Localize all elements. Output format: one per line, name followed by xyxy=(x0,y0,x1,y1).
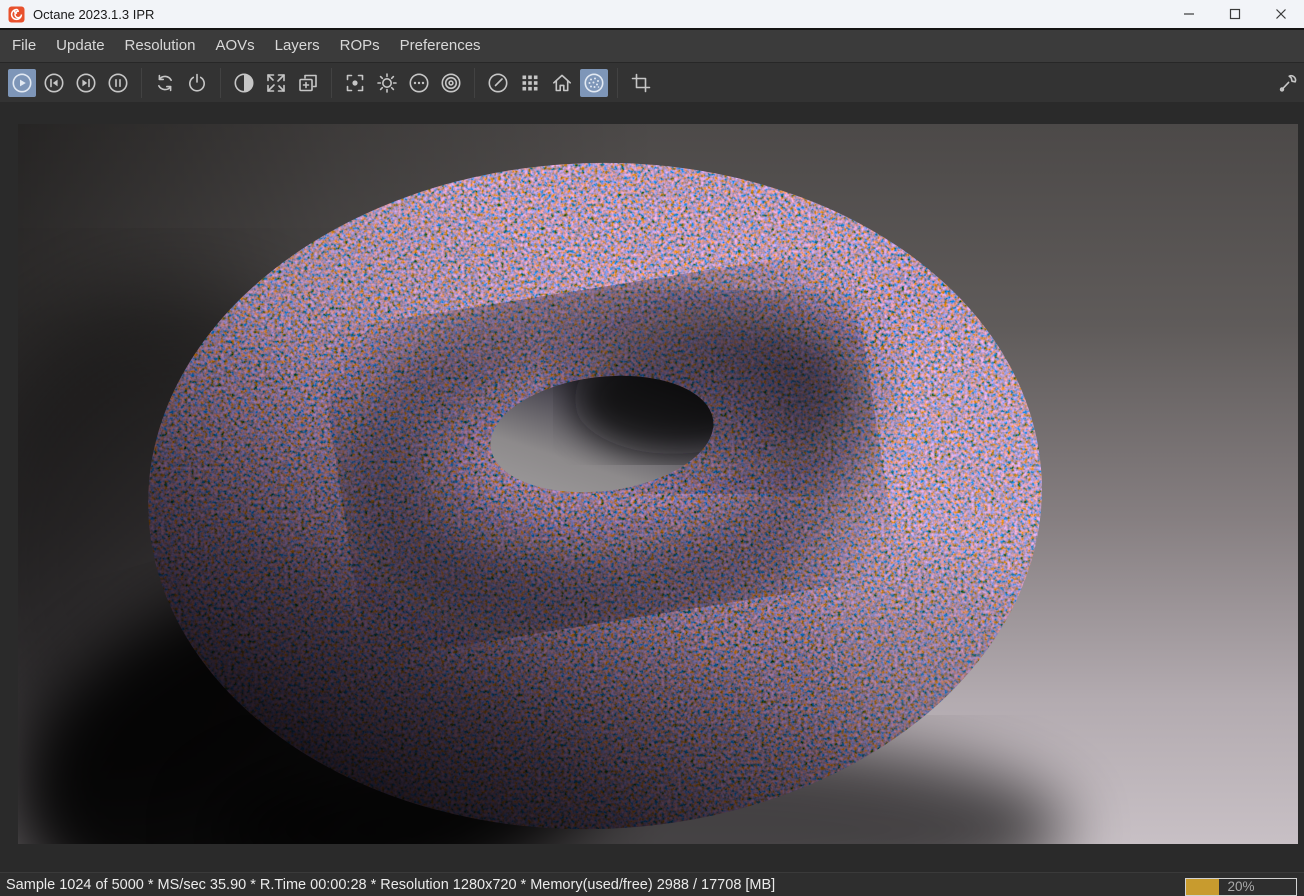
title-bar: Octane 2023.1.3 IPR xyxy=(0,0,1304,28)
octane-ipr-window: Octane 2023.1.3 IPR File Update Resoluti… xyxy=(0,0,1304,896)
close-icon xyxy=(1276,9,1286,19)
grid-button[interactable] xyxy=(516,69,544,97)
circle-skip-back-icon xyxy=(44,73,64,92)
progress-label: 20% xyxy=(1227,879,1255,894)
noise-sphere-icon xyxy=(584,73,604,92)
circle-pause-icon xyxy=(108,73,128,92)
toolbar-separator xyxy=(141,67,142,98)
target-icon xyxy=(441,73,461,92)
exposure-button[interactable] xyxy=(373,69,401,97)
contrast-button[interactable] xyxy=(230,69,258,97)
menu-rops[interactable]: ROPs xyxy=(330,30,390,62)
toolbar-separator xyxy=(617,67,618,98)
window-title: Octane 2023.1.3 IPR xyxy=(33,6,155,22)
start-render-button[interactable] xyxy=(8,68,36,97)
menu-aovs[interactable]: AOVs xyxy=(205,30,264,62)
settings-button[interactable] xyxy=(1274,69,1302,97)
render-progress-bar: 20% xyxy=(1185,878,1297,896)
expand-arrows-icon xyxy=(267,73,285,92)
render-viewport[interactable] xyxy=(18,124,1298,844)
ellipsis-circle-icon xyxy=(409,73,429,92)
minimize-button[interactable] xyxy=(1166,0,1212,28)
minimize-icon xyxy=(1184,13,1194,15)
render-stage xyxy=(0,104,1304,872)
contrast-icon xyxy=(234,73,254,92)
duplicate-window-icon xyxy=(299,74,317,91)
octane-logo-icon xyxy=(8,6,25,22)
toolbar xyxy=(0,62,1304,102)
wrench-icon xyxy=(1279,74,1297,92)
power-icon xyxy=(189,73,205,91)
home-button[interactable] xyxy=(548,69,576,97)
crop-button[interactable] xyxy=(627,69,655,97)
menu-layers[interactable]: Layers xyxy=(265,30,330,62)
status-bar: Sample 1024 of 5000 * MS/sec 35.90 * R.T… xyxy=(0,872,1304,896)
power-button[interactable] xyxy=(183,69,211,97)
pause-render-button[interactable] xyxy=(104,69,132,97)
close-button[interactable] xyxy=(1258,0,1304,28)
more-options-button[interactable] xyxy=(405,69,433,97)
home-icon xyxy=(553,74,571,91)
focus-picker-button[interactable] xyxy=(341,69,369,97)
noise-preview-button[interactable] xyxy=(580,68,608,97)
grid-dots-icon xyxy=(522,75,538,90)
skip-to-start-button[interactable] xyxy=(40,69,68,97)
circle-skip-forward-icon xyxy=(76,73,96,92)
menu-resolution[interactable]: Resolution xyxy=(115,30,206,62)
gauge-icon xyxy=(488,73,508,92)
gauge-button[interactable] xyxy=(484,69,512,97)
fuzzy-torus xyxy=(128,134,1118,844)
circle-play-icon xyxy=(12,73,32,92)
menu-preferences[interactable]: Preferences xyxy=(390,30,491,62)
menu-bar: File Update Resolution AOVs Layers ROPs … xyxy=(0,28,1304,62)
menu-file[interactable]: File xyxy=(2,30,46,62)
render-statistics: Sample 1024 of 5000 * MS/sec 35.90 * R.T… xyxy=(6,876,776,893)
menu-update[interactable]: Update xyxy=(46,30,114,62)
toolbar-separator xyxy=(331,67,332,98)
sun-icon xyxy=(377,72,397,93)
skip-to-end-button[interactable] xyxy=(72,69,100,97)
maximize-icon xyxy=(1229,8,1241,20)
toolbar-separator xyxy=(220,67,221,98)
refresh-icon xyxy=(158,74,172,91)
crop-icon xyxy=(631,73,651,92)
refresh-button[interactable] xyxy=(151,69,179,97)
maximize-button[interactable] xyxy=(1212,0,1258,28)
toolbar-separator xyxy=(474,67,475,98)
new-window-button[interactable] xyxy=(294,69,322,97)
target-button[interactable] xyxy=(437,69,465,97)
focus-picker-icon xyxy=(346,74,364,91)
fit-view-button[interactable] xyxy=(262,69,290,97)
